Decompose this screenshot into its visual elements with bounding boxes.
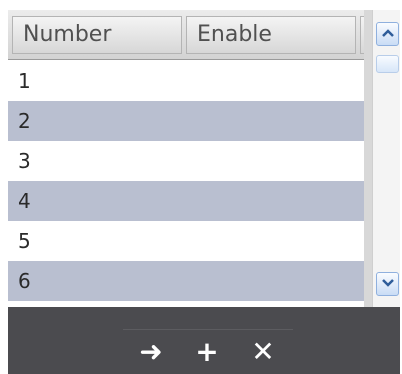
bottom-toolbar: ➜ + ✕	[8, 307, 400, 374]
column-header-number[interactable]: Number	[12, 16, 182, 54]
cell-number: 3	[18, 149, 31, 173]
table-row[interactable]: 3	[8, 141, 364, 181]
grid-rows: 1 2 3 4 5 6	[8, 61, 364, 301]
table-row[interactable]: 6	[8, 261, 364, 301]
data-grid: Number Enable 1 2 3 4 5 6	[8, 10, 364, 307]
table-row[interactable]: 5	[8, 221, 364, 261]
vertical-scrollbar[interactable]	[372, 10, 400, 307]
cell-number: 6	[18, 269, 31, 293]
table-row[interactable]: 2	[8, 101, 364, 141]
chevron-down-icon	[381, 276, 395, 292]
cell-number: 5	[18, 229, 31, 253]
toolbar-divider	[123, 329, 293, 330]
delete-button[interactable]: ✕	[246, 337, 280, 367]
scroll-down-button[interactable]	[376, 272, 399, 296]
cell-number: 1	[18, 69, 31, 93]
move-button[interactable]: ➜	[134, 337, 168, 367]
table-row[interactable]: 4	[8, 181, 364, 221]
column-header-spacer	[360, 16, 364, 54]
chevron-up-icon	[381, 26, 395, 42]
column-header-enable[interactable]: Enable	[186, 16, 356, 54]
scroll-up-button[interactable]	[376, 22, 399, 46]
scroll-thumb[interactable]	[376, 55, 399, 73]
plus-icon: +	[195, 335, 219, 368]
grid-header: Number Enable	[8, 10, 364, 60]
add-button[interactable]: +	[190, 337, 224, 367]
close-icon: ✕	[251, 335, 275, 368]
arrow-right-icon: ➜	[139, 335, 163, 368]
cell-number: 2	[18, 109, 31, 133]
cell-number: 4	[18, 189, 31, 213]
table-row[interactable]: 1	[8, 61, 364, 101]
